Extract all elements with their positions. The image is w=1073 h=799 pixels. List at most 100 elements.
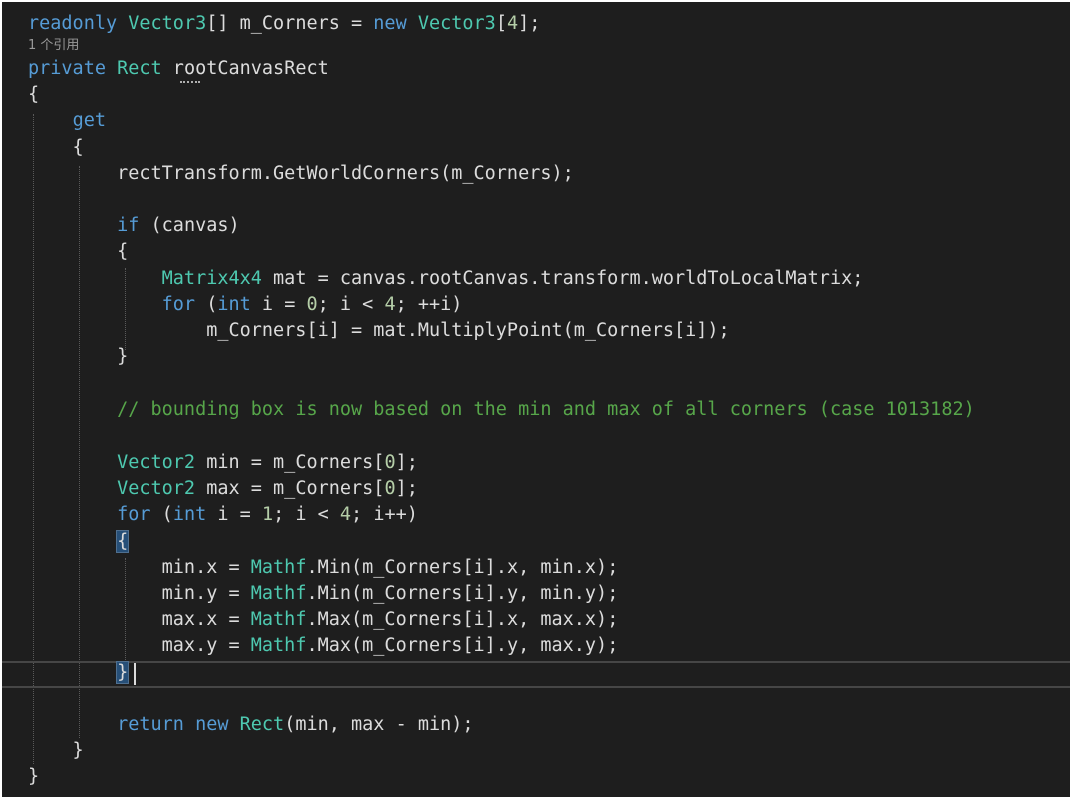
type-name: Matrix4x4 [161,268,262,289]
type-name: Vector2 [117,478,196,499]
code-line[interactable]: } [2,764,1070,790]
code-text: .Max(m_Corners[i].x, max.x); [306,609,619,630]
type-name: Rect [239,714,285,735]
code-line[interactable]: Matrix4x4 mat = canvas.rootCanvas.transf… [2,266,1070,292]
code-line[interactable]: } [2,660,1070,686]
type-name: Vector3 [128,13,207,34]
code-line[interactable]: min.x = Mathf.Min(m_Corners[i].x, min.x)… [2,555,1070,581]
code-text: { [28,241,129,262]
code-text: [ [495,13,507,34]
code-text: i = [250,294,307,315]
type-name: Mathf [250,635,307,656]
type-name: Vector3 [417,13,496,34]
code-text: max = m_Corners[ [195,478,385,499]
number-literal: 4 [384,294,396,315]
type-name: Rect [117,58,162,79]
code-text: } [28,766,40,787]
code-text: } [28,740,84,761]
comment: // bounding box is now based on the min … [117,399,975,420]
codelens-reference-count[interactable]: 1 个引用 [28,38,79,54]
code-line[interactable]: } [2,344,1070,370]
keyword: int [217,294,251,315]
type-name: Mathf [250,557,307,578]
code-text: .Max(m_Corners[i].y, max.y); [306,635,619,656]
number-literal: 1 [261,504,274,525]
code-line[interactable]: readonly Vector3[] m_Corners = new Vecto… [2,11,1070,37]
code-line[interactable]: { [2,239,1070,265]
code-text: mat = canvas.rootCanvas.transform.worldT… [261,268,864,289]
code-text: { [28,84,40,105]
code-line[interactable]: return new Rect(min, max - min); [2,712,1070,738]
keyword: for [117,504,151,525]
number-literal: 4 [339,504,352,525]
keyword: int [172,504,207,525]
code-line[interactable]: private Rect rootCanvasRect [2,56,1070,82]
code-editor[interactable]: readonly Vector3[] m_Corners = new Vecto… [2,2,1070,797]
number-literal: 0 [306,294,318,315]
type-name: Mathf [250,609,307,630]
code-text: ; i < [317,294,385,315]
text-caret [134,663,136,685]
code-text: i = [206,504,262,525]
code-line[interactable]: { [2,82,1070,108]
code-text: ( [150,504,173,525]
code-line[interactable]: for (int i = 1; i < 4; i++) [2,502,1070,528]
code-text: } [28,346,129,367]
keyword: return [117,714,184,735]
keyword: new [373,13,407,34]
code-text: .Min(m_Corners[i].x, min.x); [306,557,619,578]
code-text: min.x = [28,557,251,578]
code-line[interactable]: rectTransform.GetWorldCorners(m_Corners)… [2,161,1070,187]
code-text: (canvas) [139,215,240,236]
code-text: max.x = [28,609,251,630]
code-line[interactable]: } [2,738,1070,764]
code-line[interactable]: max.y = Mathf.Max(m_Corners[i].y, max.y)… [2,633,1070,659]
code-text: min.y = [28,583,251,604]
keyword: new [195,714,229,735]
code-line[interactable]: get [2,108,1070,134]
type-name: Mathf [250,583,307,604]
code-text: ( [195,294,218,315]
number-literal: 0 [384,478,396,499]
code-line[interactable]: for (int i = 0; i < 4; ++i) [2,292,1070,318]
code-line[interactable]: min.y = Mathf.Min(m_Corners[i].y, min.y)… [2,581,1070,607]
code-text: ; ++i) [395,294,463,315]
code-line[interactable]: // bounding box is now based on the min … [2,397,1070,423]
code-text: ; i < [273,504,340,525]
number-literal: 0 [384,452,396,473]
code-line[interactable]: { [2,529,1070,555]
code-line[interactable]: m_Corners[i] = mat.MultiplyPoint(m_Corne… [2,318,1070,344]
keyword: get [72,110,106,131]
code-text: .Min(m_Corners[i].y, min.y); [306,583,619,604]
matched-brace-open: { [116,530,130,553]
keyword: for [161,294,196,315]
code-text: ; i++) [351,504,418,525]
keyword: readonly [28,13,118,34]
code-text: { [28,137,84,158]
code-line[interactable]: Vector2 min = m_Corners[0]; [2,450,1070,476]
code-line[interactable]: max.x = Mathf.Max(m_Corners[i].x, max.x)… [2,607,1070,633]
code-text: max.y = [28,635,251,656]
code-line[interactable]: Vector2 max = m_Corners[0]; [2,476,1070,502]
code-line[interactable]: { [2,135,1070,161]
code-text: rectTransform.GetWorldCorners(m_Corners)… [28,163,574,184]
code-line[interactable]: if (canvas) [2,213,1070,239]
type-name: Vector2 [117,452,196,473]
code-text: ]; [518,13,541,34]
code-text: (min, max - min); [284,714,474,735]
